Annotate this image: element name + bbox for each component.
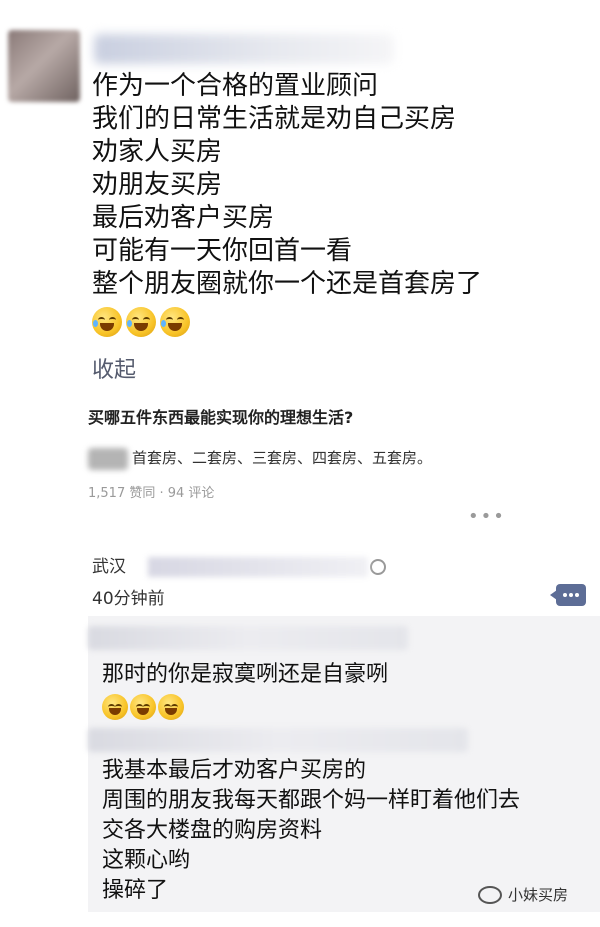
comment-line: 我基本最后才劝客户买房的: [102, 758, 367, 783]
comment-line: 交各大楼盘的购房资料: [102, 818, 323, 843]
laughing-tears-emoji-icon: [126, 307, 156, 337]
commenter-name-blurred[interactable]: [88, 728, 468, 752]
post-emoji-row: [92, 307, 572, 337]
location-pin-icon: [370, 559, 386, 575]
collapse-link[interactable]: 收起: [92, 352, 136, 384]
post-line: 作为一个合格的置业顾问: [92, 71, 379, 101]
location-text: 武汉: [92, 557, 126, 577]
poster-name-blurred[interactable]: [94, 34, 394, 64]
comment-text: 那时的你是寂寞咧还是自豪咧: [102, 662, 389, 687]
comments-panel: 那时的你是寂寞咧还是自豪咧 我基本最后才劝客户买房的 周围的朋友我每天都跟个妈一…: [88, 616, 600, 912]
post-text: 作为一个合格的置业顾问 我们的日常生活就是劝自己买房 劝家人买房 劝朋友买房 最…: [92, 70, 572, 337]
post-line: 整个朋友圈就你一个还是首套房了: [92, 269, 483, 299]
post-line: 劝家人买房: [92, 137, 223, 167]
location-row[interactable]: 武汉: [92, 552, 386, 577]
shared-article-excerpt: 首套房、二套房、三套房、四套房、五套房。: [88, 446, 468, 470]
watermark: 小妹买房: [478, 884, 568, 905]
grin-emoji-icon: [102, 694, 128, 720]
post-line: 我们的日常生活就是劝自己买房: [92, 104, 457, 134]
comment-text: 我基本最后才劝客户买房的 周围的朋友我每天都跟个妈一样盯着他们去 交各大楼盘的购…: [102, 756, 520, 906]
poster-avatar[interactable]: [8, 30, 80, 102]
post-time: 40分钟前: [92, 589, 165, 609]
laughing-tears-emoji-icon: [160, 307, 190, 337]
comment-line: 周围的朋友我每天都跟个妈一样盯着他们去: [102, 788, 521, 813]
answerer-avatar: [88, 447, 128, 470]
watermark-text: 小妹买房: [508, 886, 569, 904]
post-line: 最后劝客户买房: [92, 203, 275, 233]
post-line: 可能有一天你回首一看: [92, 236, 353, 266]
post-line: 劝朋友买房: [92, 170, 223, 200]
laughing-tears-emoji-icon: [92, 307, 122, 337]
comment-emoji-row: [102, 694, 184, 720]
more-options-icon[interactable]: •••: [468, 506, 506, 527]
shared-article-body: 首套房、二套房、三套房、四套房、五套房。: [132, 449, 433, 467]
commenter-name-blurred[interactable]: [88, 626, 408, 650]
comment-action-icon[interactable]: [550, 584, 586, 606]
shared-article-title: 买哪五件东西最能实现你的理想生活?: [88, 408, 354, 427]
grin-emoji-icon: [158, 694, 184, 720]
wechat-logo-icon: [478, 885, 502, 904]
shared-article-card[interactable]: 买哪五件东西最能实现你的理想生活? 首套房、二套房、三套房、四套房、五套房。 1…: [88, 404, 488, 534]
comment-line: 这颗心哟: [102, 848, 191, 873]
shared-article-stats: 1,517 赞同 · 94 评论: [88, 486, 215, 501]
location-detail-blurred: [148, 557, 368, 577]
comment-line: 操碎了: [102, 878, 169, 903]
grin-emoji-icon: [130, 694, 156, 720]
